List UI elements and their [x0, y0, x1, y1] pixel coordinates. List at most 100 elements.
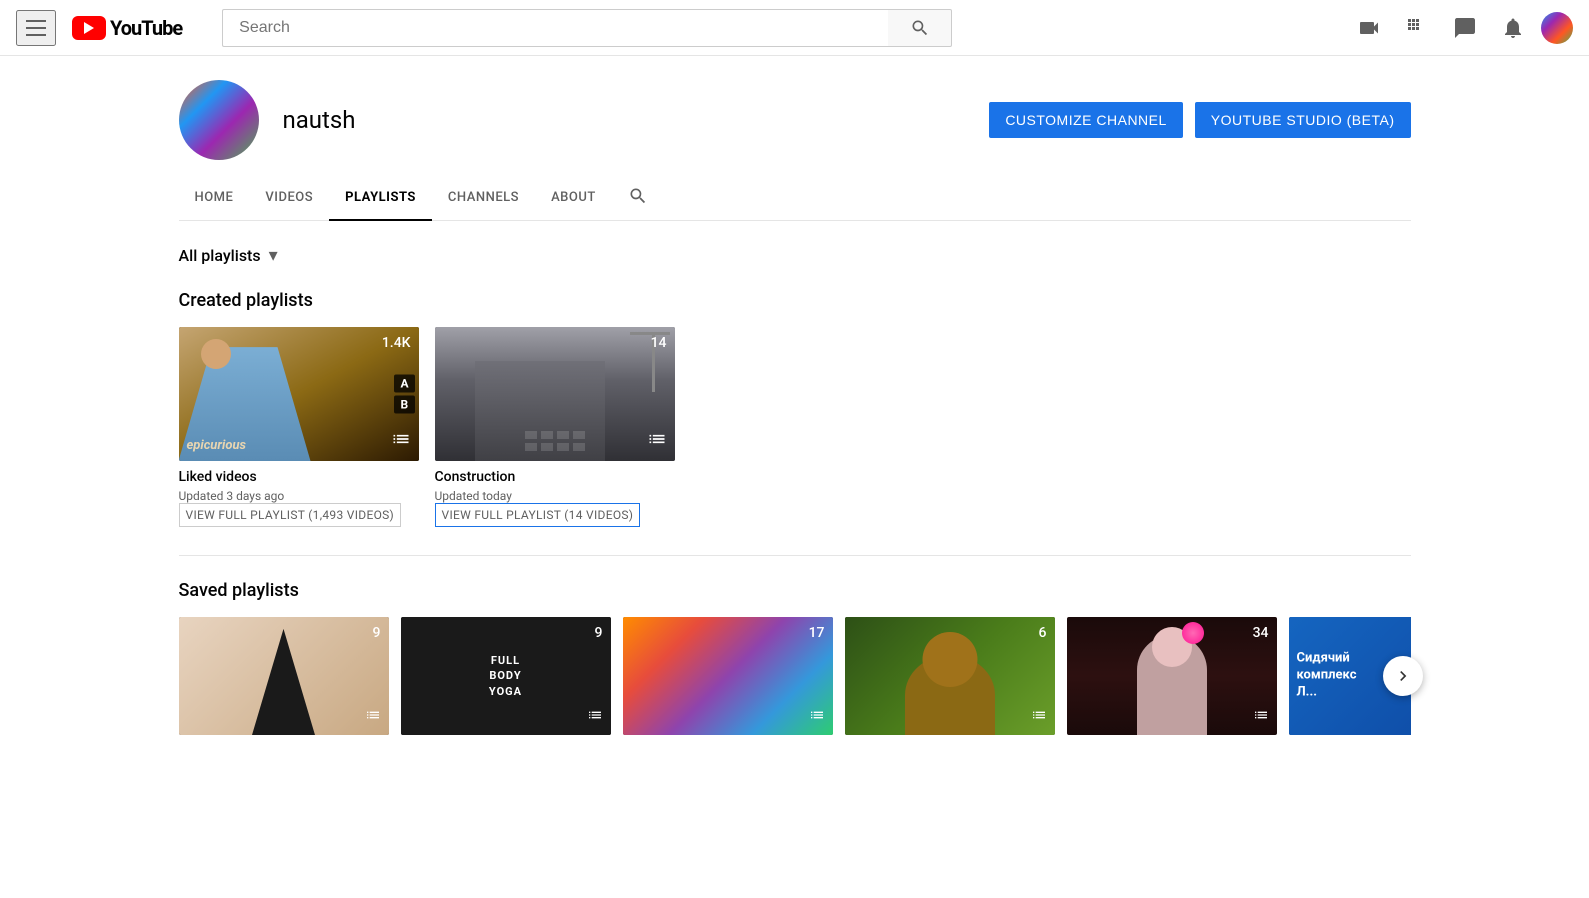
yoga-count: 9: [373, 625, 381, 641]
channel-avatar: [179, 80, 259, 160]
apps-button[interactable]: [1397, 8, 1437, 48]
playlist-thumb-liked: A B epicurious 1.4K: [179, 327, 419, 461]
channel-search-icon[interactable]: [620, 178, 656, 219]
saved-card-dog[interactable]: 6: [845, 617, 1055, 735]
building-windows: [525, 431, 585, 451]
liked-playlist-icon: [391, 429, 411, 453]
window-5: [525, 443, 537, 451]
dog-bg: [845, 617, 1055, 735]
window-1: [525, 431, 537, 439]
pencil-grid: [631, 625, 825, 727]
channel-nav: HOME VIDEOS PLAYLISTS CHANNELS ABOUT: [179, 176, 1411, 221]
watercolor-bg: [623, 617, 833, 735]
saved-card-yoga[interactable]: 9: [179, 617, 389, 735]
messages-icon: [1453, 16, 1477, 40]
construction-playlist-icon: [647, 429, 667, 453]
playlist-card-construction[interactable]: 14 Construction Updated today VIEW FULL …: [435, 327, 675, 531]
section-divider: [179, 555, 1411, 556]
youtube-logo[interactable]: YouTube: [72, 16, 182, 40]
construction-view-link[interactable]: VIEW FULL PLAYLIST (14 VIDEOS): [435, 503, 641, 527]
channel-header: nautsh CUSTOMIZE CHANNEL YOUTUBE STUDIO …: [179, 56, 1411, 160]
filter-label: All playlists: [179, 246, 261, 265]
window-7: [557, 443, 569, 451]
notifications-button[interactable]: [1493, 8, 1533, 48]
a-box: A: [394, 375, 414, 393]
saved-playlists-row: 9 FULLBODYYOGA: [179, 617, 1411, 735]
building-body: [475, 361, 605, 461]
person-head: [201, 339, 231, 369]
tab-playlists[interactable]: PLAYLISTS: [329, 176, 432, 221]
customize-channel-button[interactable]: CUSTOMIZE CHANNEL: [989, 102, 1182, 138]
tab-videos[interactable]: VIDEOS: [249, 176, 329, 221]
saved-thumb-woman: 34: [1067, 617, 1277, 735]
search-icon: [910, 18, 930, 38]
saved-card-watercolor[interactable]: 17: [623, 617, 833, 735]
construction-playlist-info: Construction Updated today VIEW FULL PLA…: [435, 461, 675, 531]
dog-playlist-icon: [1031, 707, 1047, 727]
window-8: [573, 443, 585, 451]
created-playlists-row: A B epicurious 1.4K: [179, 327, 1411, 531]
search-button[interactable]: [888, 9, 952, 47]
playlist-card-liked[interactable]: A B epicurious 1.4K: [179, 327, 419, 531]
messages-button[interactable]: [1445, 8, 1485, 48]
youtube-logo-icon: [72, 16, 106, 40]
woman-bg: [1067, 617, 1277, 735]
bell-icon: [1501, 16, 1525, 40]
tab-about[interactable]: ABOUT: [535, 176, 612, 221]
fullbody-count: 9: [595, 625, 603, 641]
fullbody-bg: FULLBODYYOGA: [401, 617, 611, 735]
upload-button[interactable]: [1349, 8, 1389, 48]
upload-icon: [1357, 16, 1381, 40]
window-3: [557, 431, 569, 439]
search-container: [222, 9, 952, 47]
header-right: [1349, 8, 1573, 48]
header-left: YouTube: [16, 10, 182, 46]
liked-playlist-info: Liked videos Updated 3 days ago VIEW FUL…: [179, 461, 419, 531]
russian-text: СидячийкомплексЛ...: [1297, 651, 1357, 702]
construction-count: 14: [651, 335, 667, 351]
construction-bg: [435, 327, 675, 461]
construction-playlist-name: Construction: [435, 469, 675, 485]
fullbody-playlist-icon: [587, 707, 603, 727]
saved-playlists-title: Saved playlists: [179, 580, 1411, 601]
created-playlists-section: Created playlists A B: [179, 290, 1411, 531]
all-playlists-filter[interactable]: All playlists ▾: [179, 245, 1411, 266]
ab-overlay: A B: [394, 375, 414, 414]
hamburger-button[interactable]: [16, 10, 56, 46]
saved-card-woman[interactable]: 34: [1067, 617, 1277, 735]
channel-name: nautsh: [283, 106, 356, 134]
watercolor-count: 17: [809, 625, 825, 641]
created-playlists-title: Created playlists: [179, 290, 1411, 311]
window-6: [541, 443, 553, 451]
apps-icon: [1405, 16, 1429, 40]
flower: [1182, 622, 1204, 644]
woman-playlist-icon: [1253, 707, 1269, 727]
construction-playlist-updated: Updated today: [435, 489, 675, 503]
liked-thumb-bg: A B epicurious 1.4K: [179, 327, 419, 461]
liked-playlist-updated: Updated 3 days ago: [179, 489, 419, 503]
saved-thumb-yoga: 9: [179, 617, 389, 735]
yoga-bg: [179, 617, 389, 735]
liked-playlist-name: Liked videos: [179, 469, 419, 485]
saved-thumb-fullbody: FULLBODYYOGA 9: [401, 617, 611, 735]
playlist-thumb-construction: 14: [435, 327, 675, 461]
carousel-next-button[interactable]: [1383, 656, 1423, 696]
tab-channels[interactable]: CHANNELS: [432, 176, 535, 221]
youtube-studio-button[interactable]: YOUTUBE STUDIO (BETA): [1195, 102, 1411, 138]
saved-thumb-dog: 6: [845, 617, 1055, 735]
dog-head: [922, 632, 977, 687]
liked-view-link[interactable]: VIEW FULL PLAYLIST (1,493 VIDEOS): [179, 503, 402, 527]
window-2: [541, 431, 553, 439]
logo-text: YouTube: [110, 16, 182, 40]
saved-card-fullbody[interactable]: FULLBODYYOGA 9: [401, 617, 611, 735]
playlists-content: All playlists ▾ Created playlists: [179, 221, 1411, 759]
header: YouTube: [0, 0, 1589, 56]
woman-count: 34: [1253, 625, 1269, 641]
search-input[interactable]: [222, 9, 888, 47]
channel-actions: CUSTOMIZE CHANNEL YOUTUBE STUDIO (BETA): [989, 102, 1410, 138]
liked-count: 1.4K: [382, 335, 411, 351]
tab-home[interactable]: HOME: [179, 176, 250, 221]
saved-playlists-container: 9 FULLBODYYOGA: [179, 617, 1411, 735]
avatar[interactable]: [1541, 12, 1573, 44]
window-4: [573, 431, 585, 439]
